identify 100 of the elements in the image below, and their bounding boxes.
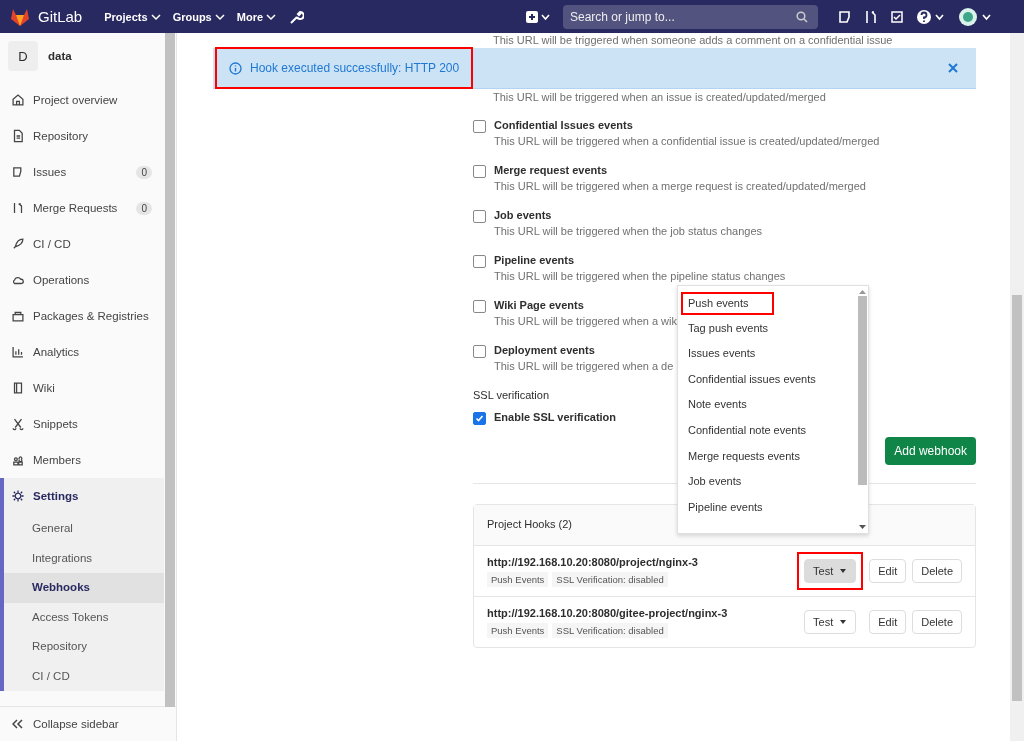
menu-item[interactable]: Confidential issues events bbox=[678, 368, 856, 395]
house-icon bbox=[11, 93, 25, 107]
sidebar-item[interactable]: Operations bbox=[0, 262, 164, 298]
sidebar-item[interactable]: Settings bbox=[4, 478, 164, 514]
caret-down-icon bbox=[839, 619, 848, 625]
ssl-label: Enable SSL verification bbox=[494, 411, 617, 423]
help-icon[interactable] bbox=[916, 8, 946, 25]
merge-request-icon bbox=[11, 201, 25, 215]
hook-tag: SSL Verification: disabled bbox=[552, 622, 668, 638]
menu-item[interactable]: Issues events bbox=[678, 343, 856, 369]
brand-name[interactable]: GitLab bbox=[38, 8, 83, 25]
sidebar-subitem[interactable]: Repository bbox=[4, 632, 164, 662]
hook-url: http://192.168.10.20:8080/gitee-project/nginx-3 bbox=[487, 606, 729, 619]
nav-menu[interactable]: Projects bbox=[104, 10, 161, 23]
menu-item[interactable]: Confidential note events bbox=[678, 419, 856, 446]
plus-icon[interactable] bbox=[525, 9, 551, 24]
menu-item[interactable]: Tag push events bbox=[678, 317, 856, 344]
fox-logo-icon[interactable] bbox=[10, 7, 30, 26]
sidebar-item[interactable]: CI / CD bbox=[0, 226, 164, 262]
sidebar-item[interactable]: Merge Requests 0 bbox=[0, 190, 164, 226]
test-dropdown-button[interactable]: Test bbox=[804, 559, 857, 583]
sidebar-subitem[interactable]: CI / CD bbox=[4, 661, 164, 691]
bar-chart-icon bbox=[11, 345, 25, 359]
check-icon bbox=[475, 414, 484, 423]
count-badge: 0 bbox=[136, 165, 152, 179]
event-checkbox[interactable] bbox=[473, 255, 486, 268]
menu-item[interactable]: Push events bbox=[681, 292, 774, 315]
book-icon bbox=[11, 381, 25, 395]
sidebar-item[interactable]: Packages & Registries bbox=[0, 298, 164, 334]
delete-button[interactable]: Delete bbox=[912, 559, 962, 583]
event-description: This URL will be triggered when someone adds a comment on a confidential issue bbox=[493, 33, 894, 46]
event-description: This URL will be triggered when a confidential issue is created/updated/merged bbox=[494, 135, 880, 147]
sidebar-item[interactable]: Repository bbox=[0, 118, 164, 154]
sidebar-subitem[interactable]: Integrations bbox=[4, 543, 164, 573]
wrench-icon[interactable] bbox=[288, 8, 305, 25]
event-checkbox[interactable] bbox=[473, 210, 486, 223]
caret-down-icon bbox=[214, 12, 225, 21]
settings-icon bbox=[11, 489, 25, 503]
project-name[interactable]: data bbox=[48, 50, 72, 62]
sidebar-item[interactable]: Snippets bbox=[0, 406, 164, 442]
event-description: This URL will be triggered when a wik bbox=[494, 315, 677, 327]
event-description: This URL will be triggered when a de bbox=[494, 360, 674, 372]
scrollbar[interactable] bbox=[165, 33, 175, 707]
caret-down-icon bbox=[150, 12, 161, 21]
hook-url: http://192.168.10.20:8080/project/nginx-3 bbox=[487, 555, 699, 568]
edit-button[interactable]: Edit bbox=[869, 559, 907, 583]
sidebar-item[interactable]: Issues 0 bbox=[0, 154, 164, 190]
menu-item[interactable]: Merge requests events bbox=[678, 445, 856, 472]
caret-down-icon bbox=[266, 12, 277, 21]
document-icon bbox=[11, 129, 25, 143]
rocket-icon bbox=[11, 237, 25, 251]
sidebar-item[interactable]: Analytics bbox=[0, 334, 164, 370]
event-title: Deployment events bbox=[494, 344, 596, 356]
sidebar-subitem[interactable]: Access Tokens bbox=[4, 602, 164, 632]
delete-button[interactable]: Delete bbox=[912, 610, 962, 634]
add-webhook-button[interactable]: Add webhook bbox=[885, 437, 976, 465]
menu-item[interactable]: Job events bbox=[678, 471, 856, 497]
event-checkbox[interactable] bbox=[473, 300, 486, 313]
scroll-down-arrow-icon[interactable] bbox=[858, 525, 866, 530]
edit-button[interactable]: Edit bbox=[869, 610, 907, 634]
merge-request-icon[interactable] bbox=[864, 9, 878, 24]
alert-message: Hook executed successfully: HTTP 200 bbox=[250, 61, 460, 75]
sidebar-item[interactable]: Wiki bbox=[0, 370, 164, 406]
package-icon bbox=[11, 309, 25, 323]
event-title: Merge request events bbox=[494, 164, 609, 176]
sidebar-subitem[interactable]: General bbox=[4, 514, 164, 544]
event-description: This URL will be triggered when the pipeline status changes bbox=[494, 270, 786, 282]
ssl-heading: SSL verification bbox=[473, 389, 550, 401]
menu-item[interactable]: Note events bbox=[678, 394, 856, 420]
event-title: Job events bbox=[494, 209, 553, 221]
search-icon bbox=[796, 10, 808, 23]
todo-icon[interactable] bbox=[838, 9, 852, 24]
event-title: Pipeline events bbox=[494, 254, 576, 266]
count-badge: 0 bbox=[136, 201, 152, 215]
hook-tag: Push Events bbox=[487, 571, 549, 587]
event-checkbox[interactable] bbox=[473, 120, 486, 133]
event-checkbox[interactable] bbox=[473, 165, 486, 178]
caret-down-icon bbox=[839, 568, 848, 574]
test-dropdown-button[interactable]: Test bbox=[804, 610, 857, 634]
sidebar-subitem[interactable]: Webhooks bbox=[4, 573, 164, 603]
project-avatar[interactable]: D bbox=[8, 41, 38, 71]
scrollbar[interactable] bbox=[1010, 33, 1024, 741]
sidebar-item[interactable]: Members bbox=[0, 442, 164, 478]
close-icon[interactable] bbox=[948, 63, 958, 73]
event-description: This URL will be triggered when an issue is created/updated/merged bbox=[492, 91, 827, 103]
hook-tag: SSL Verification: disabled bbox=[552, 571, 668, 587]
sidebar-item[interactable]: Project overview bbox=[0, 82, 164, 118]
avatar-icon[interactable] bbox=[958, 6, 994, 27]
event-checkbox[interactable] bbox=[473, 345, 486, 358]
nav-menu[interactable]: Groups bbox=[172, 10, 225, 23]
nav-menu[interactable]: More bbox=[236, 10, 277, 23]
scroll-up-arrow-icon[interactable] bbox=[858, 289, 866, 294]
event-description: This URL will be triggered when the job status changes bbox=[494, 225, 762, 237]
event-description: This URL will be triggered when a merge request is created/updated/merged bbox=[494, 180, 866, 192]
event-title: Confidential Issues events bbox=[494, 119, 634, 131]
info-icon bbox=[229, 61, 242, 75]
ssl-checkbox[interactable] bbox=[473, 412, 486, 425]
checklist-icon[interactable] bbox=[890, 9, 904, 24]
hook-tag: Push Events bbox=[487, 622, 549, 638]
event-title: Wiki Page events bbox=[494, 299, 585, 311]
